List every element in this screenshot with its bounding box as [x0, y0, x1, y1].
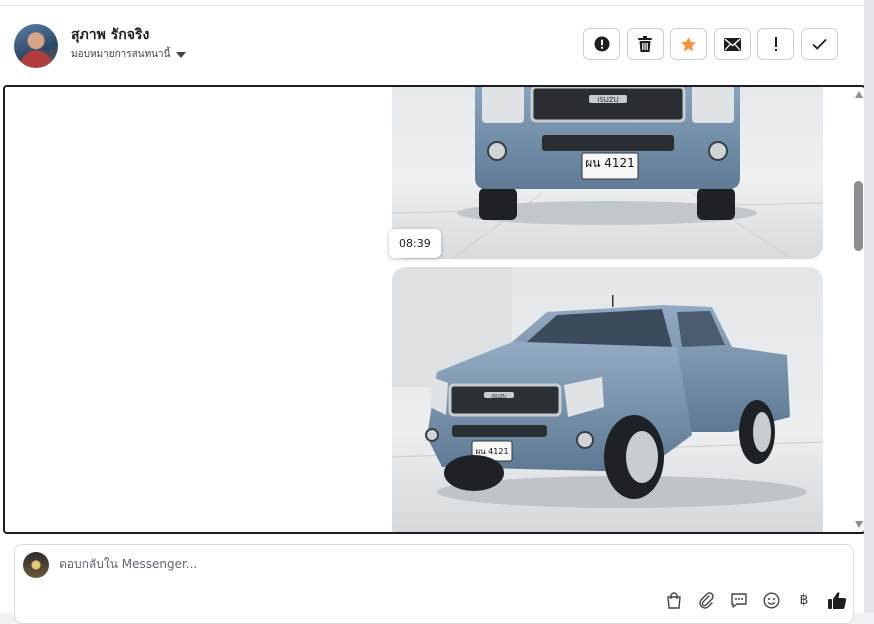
page-avatar	[23, 552, 49, 578]
page-scrollbar[interactable]	[864, 0, 874, 613]
mark-done-button[interactable]	[800, 28, 838, 60]
conversation-header: สุภาพ รักจริง มอบหมายการสนทนานี้	[0, 6, 864, 84]
caret-down-icon	[176, 51, 187, 58]
shopping-bag-icon[interactable]	[663, 589, 685, 611]
contact-avatar[interactable]	[14, 24, 58, 68]
scroll-up-arrow-icon[interactable]	[855, 91, 863, 98]
message-timestamp: 08:39	[389, 229, 441, 258]
mark-unread-button[interactable]	[713, 28, 751, 60]
baht-icon[interactable]: ฿	[793, 589, 815, 611]
license-plate: ผน 4121	[585, 156, 635, 170]
message-image[interactable]: ISUZU ผน 4121	[392, 267, 823, 532]
delete-button[interactable]	[626, 28, 664, 60]
assign-label: มอบหมายการสนทนานี้	[71, 49, 171, 60]
message-thread[interactable]: ISUZU ผน 4121 08:39 ISUZU ผน 4121	[3, 85, 866, 534]
license-plate: ผน 4121	[475, 447, 508, 456]
brand-badge: ISUZU	[597, 96, 618, 104]
thumbs-up-icon[interactable]	[826, 589, 848, 611]
scroll-down-arrow-icon[interactable]	[855, 521, 863, 528]
checkmark-icon	[811, 38, 827, 50]
scroll-thumb[interactable]	[854, 181, 863, 251]
reply-composer: ฿	[14, 544, 854, 624]
message-image[interactable]: ISUZU ผน 4121	[392, 87, 823, 259]
brand-badge: ISUZU	[491, 394, 507, 400]
composer-tools: ฿	[663, 589, 858, 611]
conversation-actions	[583, 28, 844, 60]
chat-bubble-icon[interactable]	[728, 589, 750, 611]
star-icon	[681, 36, 696, 51]
assign-conversation-dropdown[interactable]: มอบหมายการสนทนานี้	[71, 47, 187, 62]
exclamation-circle-icon	[594, 36, 609, 52]
report-spam-button[interactable]	[583, 28, 620, 60]
emoji-icon[interactable]	[761, 589, 783, 611]
envelope-icon	[723, 37, 741, 51]
contact-name[interactable]: สุภาพ รักจริง	[71, 24, 149, 46]
trash-icon	[638, 36, 652, 52]
message-scrollbar[interactable]	[854, 87, 864, 532]
exclamation-icon	[774, 37, 777, 51]
paperclip-icon[interactable]	[696, 589, 718, 611]
star-button[interactable]	[670, 28, 707, 60]
conversation-panel: สุภาพ รักจริง มอบหมายการสนทนานี้ ISUZU ผ…	[0, 0, 866, 624]
follow-up-button[interactable]	[757, 28, 794, 60]
reply-input[interactable]	[59, 557, 659, 571]
